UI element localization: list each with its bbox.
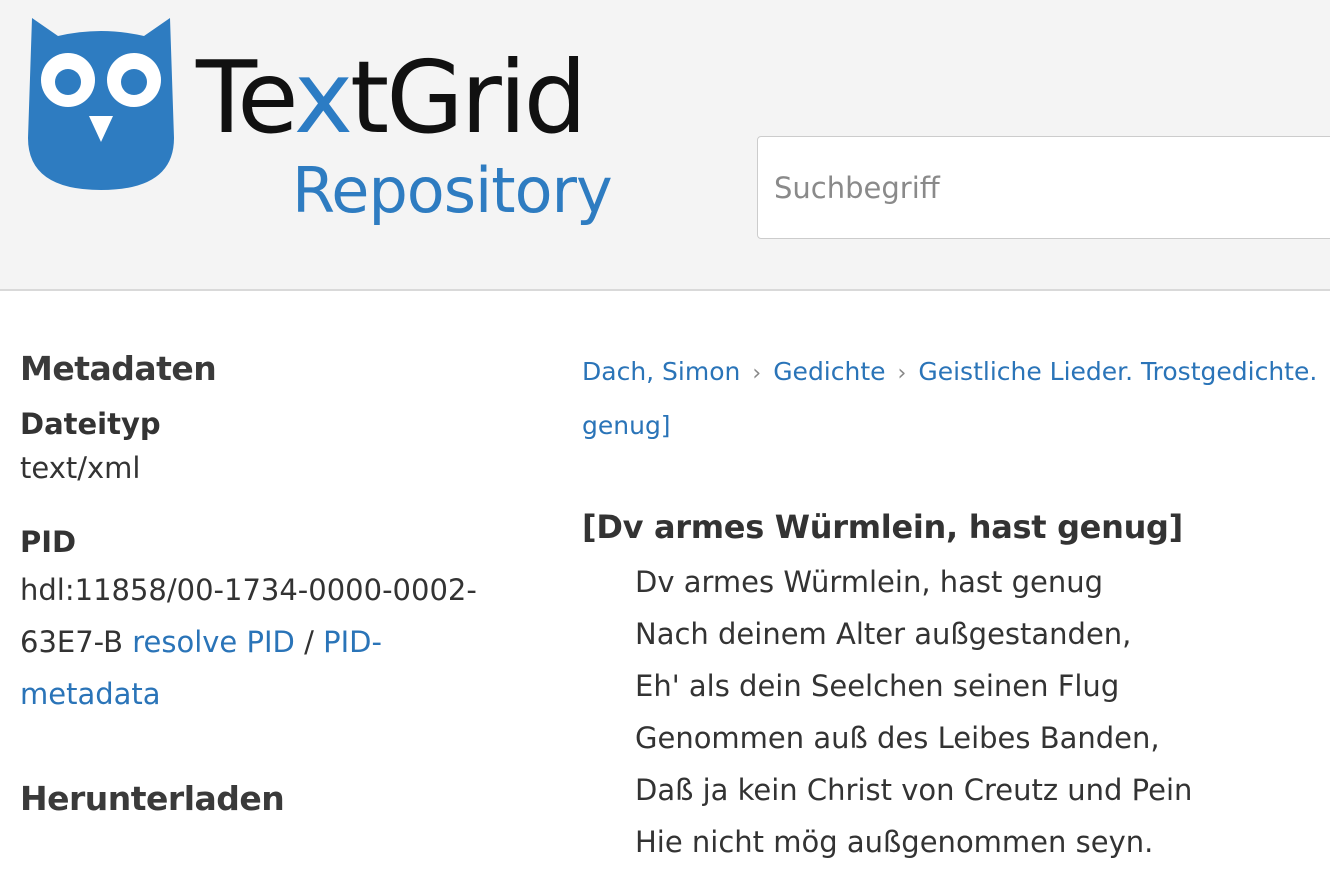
breadcrumb-separator-icon: ›: [752, 361, 762, 386]
poem-line: Dv armes Würmlein, hast genug: [635, 565, 1104, 599]
breadcrumb-item-collection[interactable]: Gedichte: [773, 357, 885, 386]
breadcrumb-item-current[interactable]: genug]: [582, 411, 671, 440]
brand-subtitle: Repository: [292, 154, 613, 227]
metadata-heading: Metadaten: [20, 349, 217, 388]
site-header: TextGrid Repository: [0, 0, 1330, 291]
brand-prefix: Te: [196, 39, 297, 156]
pid-slash: /: [304, 625, 314, 659]
search-input[interactable]: [757, 136, 1330, 239]
resolve-pid-link[interactable]: resolve PID: [132, 625, 295, 659]
breadcrumb-item-work[interactable]: Geistliche Lieder. Trostgedichte.: [918, 357, 1317, 386]
pid-label: PID: [20, 525, 77, 559]
pid-value: hdl:11858/00-1734-0000-0002- 63E7-B reso…: [20, 564, 520, 720]
poem-text: Dv armes Würmlein, hast genug Nach deine…: [635, 556, 1192, 868]
main-content: Dach, Simon › Gedichte › Geistliche Lieder. …: [582, 346, 1330, 859]
poem-line: Hie nicht mög außgenommen seyn.: [635, 825, 1154, 859]
owl-icon[interactable]: [28, 18, 174, 190]
brand-suffix: tGrid: [350, 39, 587, 156]
download-heading: Herunterladen: [20, 779, 285, 818]
poem-line: Genommen auß des Leibes Banden,: [635, 721, 1160, 755]
pid-line1: hdl:11858/00-1734-0000-0002-: [20, 573, 477, 607]
breadcrumb: Dach, Simon › Gedichte › Geistliche Lieder. …: [582, 346, 1330, 452]
breadcrumb-separator-icon: ›: [897, 361, 907, 386]
document-title: [Dv armes Würmlein, hast genug]: [582, 508, 1183, 546]
breadcrumb-item-author[interactable]: Dach, Simon: [582, 357, 740, 386]
filetype-value: text/xml: [20, 451, 141, 485]
brand-x: x: [293, 39, 353, 156]
pid-metadata-link-a: PID-: [323, 625, 382, 659]
pid-metadata-link-b: metadata: [20, 677, 161, 711]
poem-line: Nach deinem Alter außgestanden,: [635, 617, 1132, 651]
pid-line2: 63E7-B: [20, 625, 124, 659]
filetype-label: Dateityp: [20, 407, 161, 441]
brand-wordmark[interactable]: TextGrid: [196, 48, 587, 148]
metadata-sidebar: Metadaten Dateityp text/xml PID hdl:1185…: [20, 346, 520, 822]
poem-line: Daß ja kein Christ von Creutz und Pein: [635, 773, 1193, 807]
poem-line: Eh' als dein Seelchen seinen Flug: [635, 669, 1120, 703]
